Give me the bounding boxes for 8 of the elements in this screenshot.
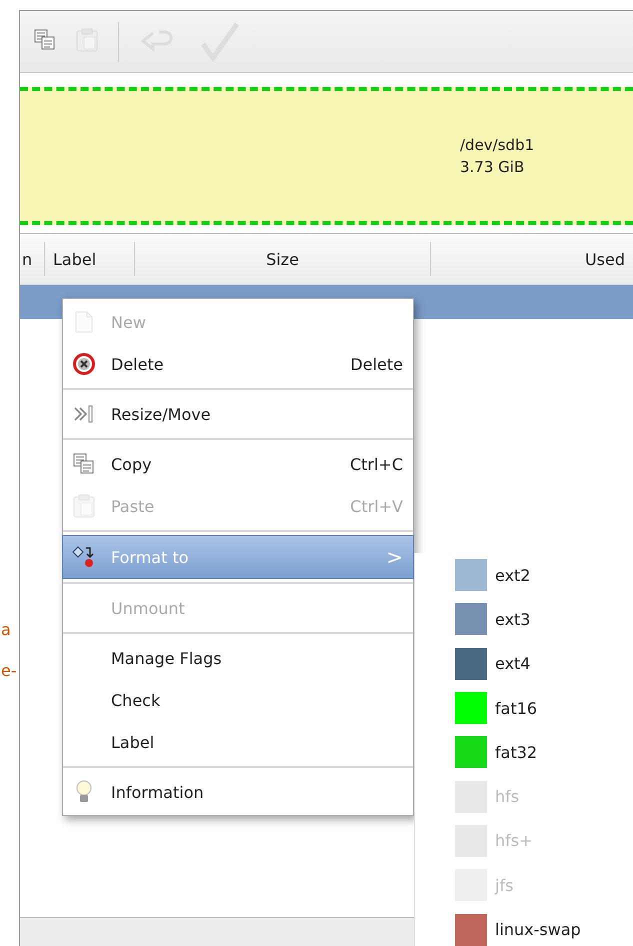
shortcut-label: Ctrl+C bbox=[350, 454, 403, 474]
text-fragment: a bbox=[0, 620, 11, 639]
device-name: /dev/sdb1 bbox=[460, 136, 536, 154]
shortcut-label: Delete bbox=[350, 354, 403, 374]
chevron-icon: > bbox=[386, 545, 403, 569]
partition-size: 3.73 GiB bbox=[460, 158, 526, 176]
text-fragment: e- bbox=[0, 661, 17, 680]
shortcut-label: Ctrl+V bbox=[350, 496, 403, 516]
